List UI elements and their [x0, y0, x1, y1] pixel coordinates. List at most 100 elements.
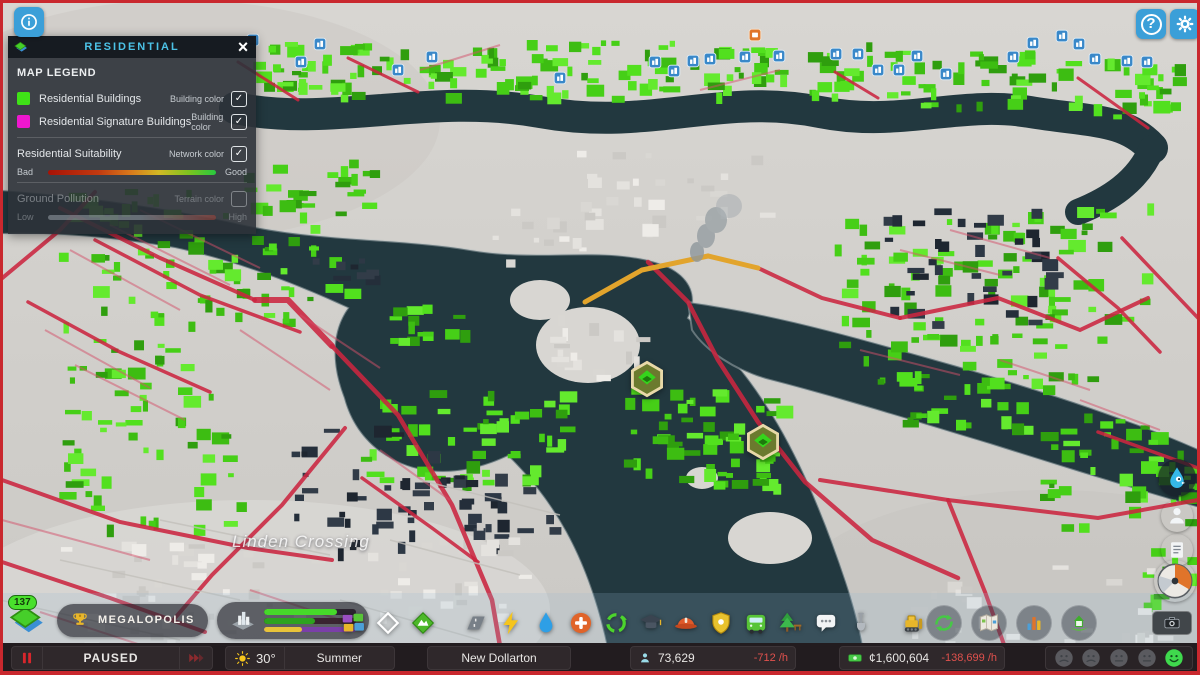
pause-button[interactable] — [12, 647, 42, 669]
city-information-button[interactable] — [971, 605, 1007, 641]
building-marker-icon[interactable] — [1140, 55, 1154, 69]
person-icon — [1165, 504, 1189, 528]
electricity-button[interactable] — [496, 607, 526, 639]
building-marker-icon[interactable] — [871, 63, 885, 77]
speed-button[interactable] — [180, 647, 212, 669]
landscaping-button[interactable] — [846, 607, 876, 639]
building-marker-icon[interactable] — [686, 54, 700, 68]
signature-building-badge-icon[interactable] — [628, 360, 666, 398]
xp-level-widget[interactable]: 137 — [6, 595, 48, 641]
recycle-icon — [603, 610, 629, 636]
building-marker-icon[interactable] — [313, 37, 327, 51]
economy-button[interactable] — [926, 605, 962, 641]
healthcare-button[interactable] — [566, 607, 596, 639]
season-label[interactable]: Summer — [285, 651, 394, 665]
info-views-button[interactable] — [14, 7, 44, 37]
trophy-icon — [70, 610, 90, 630]
police-button[interactable] — [706, 607, 736, 639]
checkbox-signature[interactable] — [231, 113, 247, 130]
dozer-icon — [901, 610, 927, 636]
photo-mode-button[interactable] — [1152, 611, 1192, 635]
followed-citizen-button[interactable] — [1161, 500, 1193, 532]
building-marker-icon[interactable] — [667, 64, 681, 78]
roads-button[interactable] — [461, 607, 491, 639]
checkbox-pollution[interactable] — [231, 190, 247, 207]
zoning-button[interactable] — [338, 607, 368, 639]
building-marker-icon[interactable] — [1120, 54, 1134, 68]
chirper-button[interactable] — [1158, 459, 1196, 497]
milestone-name-widget[interactable]: MEGALOPOLIS — [57, 603, 208, 637]
temperature-value: 30° — [256, 650, 276, 666]
infoview-legend-panel: RESIDENTIAL MAP LEGEND Residential Build… — [8, 36, 256, 234]
level-badge: 137 — [8, 595, 37, 610]
sim-state-label: PAUSED — [42, 647, 180, 669]
progression-home-button[interactable] — [1061, 605, 1097, 641]
signature-swatch — [17, 115, 30, 128]
population-widget[interactable]: 73,629 -712 /h — [630, 646, 796, 670]
building-marker-icon[interactable] — [1088, 52, 1102, 66]
city-name: New Dollarton — [461, 651, 537, 665]
pause-icon — [18, 649, 36, 667]
vegetation-button[interactable] — [408, 607, 438, 639]
education-button[interactable] — [636, 607, 666, 639]
building-marker-icon[interactable] — [703, 52, 717, 66]
suitability-scale: Bad Good — [17, 167, 247, 177]
city-name-button[interactable]: New Dollarton — [427, 646, 571, 670]
progression-cluster: 137 MEGALOPOLIS — [6, 595, 369, 641]
chirper-icon — [1164, 465, 1190, 491]
legend-panel-header: RESIDENTIAL — [8, 36, 256, 58]
panel-toolbar — [926, 605, 1097, 641]
building-marker-icon[interactable] — [939, 67, 953, 81]
building-marker-icon[interactable] — [892, 63, 906, 77]
garbage-button[interactable] — [601, 607, 631, 639]
building-marker-icon[interactable] — [738, 50, 752, 64]
economy-icon — [932, 611, 956, 635]
building-marker-icon[interactable] — [1055, 29, 1069, 43]
milestone-name: MEGALOPOLIS — [98, 614, 195, 626]
building-marker-icon[interactable] — [425, 50, 439, 64]
pollution-gradient — [48, 214, 216, 220]
alert-marker-icon[interactable] — [748, 28, 762, 42]
compass-icon — [1155, 561, 1195, 601]
gear-icon — [1175, 14, 1195, 34]
building-marker-icon[interactable] — [1072, 37, 1086, 51]
info-icon — [19, 12, 39, 32]
building-marker-icon[interactable] — [1026, 36, 1040, 50]
checkbox-suitability[interactable] — [231, 145, 247, 162]
districts-areas-button[interactable] — [373, 607, 403, 639]
close-icon[interactable] — [232, 36, 254, 58]
signature-building-badge-icon[interactable] — [744, 423, 782, 461]
legend-row-residential: Residential Buildings Building color — [17, 87, 247, 110]
building-marker-icon[interactable] — [294, 55, 308, 69]
money-widget[interactable]: ¢1,600,604 -138,699 /h — [839, 646, 1005, 670]
bolt-icon — [498, 610, 524, 636]
help-button[interactable] — [1136, 9, 1166, 39]
communications-button[interactable] — [811, 607, 841, 639]
water-sewage-button[interactable] — [531, 607, 561, 639]
stats-icon — [1022, 611, 1046, 635]
happiness-face-neutral-icon — [1137, 649, 1156, 667]
building-marker-icon[interactable] — [1006, 50, 1020, 64]
building-marker-icon[interactable] — [648, 55, 662, 69]
compass-dial[interactable] — [1154, 560, 1196, 602]
building-marker-icon[interactable] — [772, 49, 786, 63]
happiness-widget[interactable] — [1045, 646, 1193, 670]
money-icon — [847, 650, 863, 666]
building-marker-icon[interactable] — [553, 71, 567, 85]
panel-title: RESIDENTIAL — [84, 41, 180, 53]
suitability-gradient — [48, 169, 216, 175]
parks-recreation-button[interactable] — [776, 607, 806, 639]
fire-rescue-button[interactable] — [671, 607, 701, 639]
building-marker-icon[interactable] — [910, 49, 924, 63]
camera-icon — [1161, 614, 1183, 632]
checkbox-residential[interactable] — [231, 90, 247, 107]
building-marker-icon[interactable] — [851, 47, 865, 61]
building-marker-icon[interactable] — [391, 63, 405, 77]
statistics-button[interactable] — [1016, 605, 1052, 641]
map-legend-heading: MAP LEGEND — [17, 67, 97, 79]
building-marker-icon[interactable] — [829, 47, 843, 61]
settings-button[interactable] — [1170, 9, 1200, 39]
bulldozer-button[interactable] — [899, 607, 929, 639]
transportation-button[interactable] — [741, 607, 771, 639]
game-screen: Linden Crossing RESIDENTIAL MAP LEGEND R… — [0, 0, 1200, 675]
